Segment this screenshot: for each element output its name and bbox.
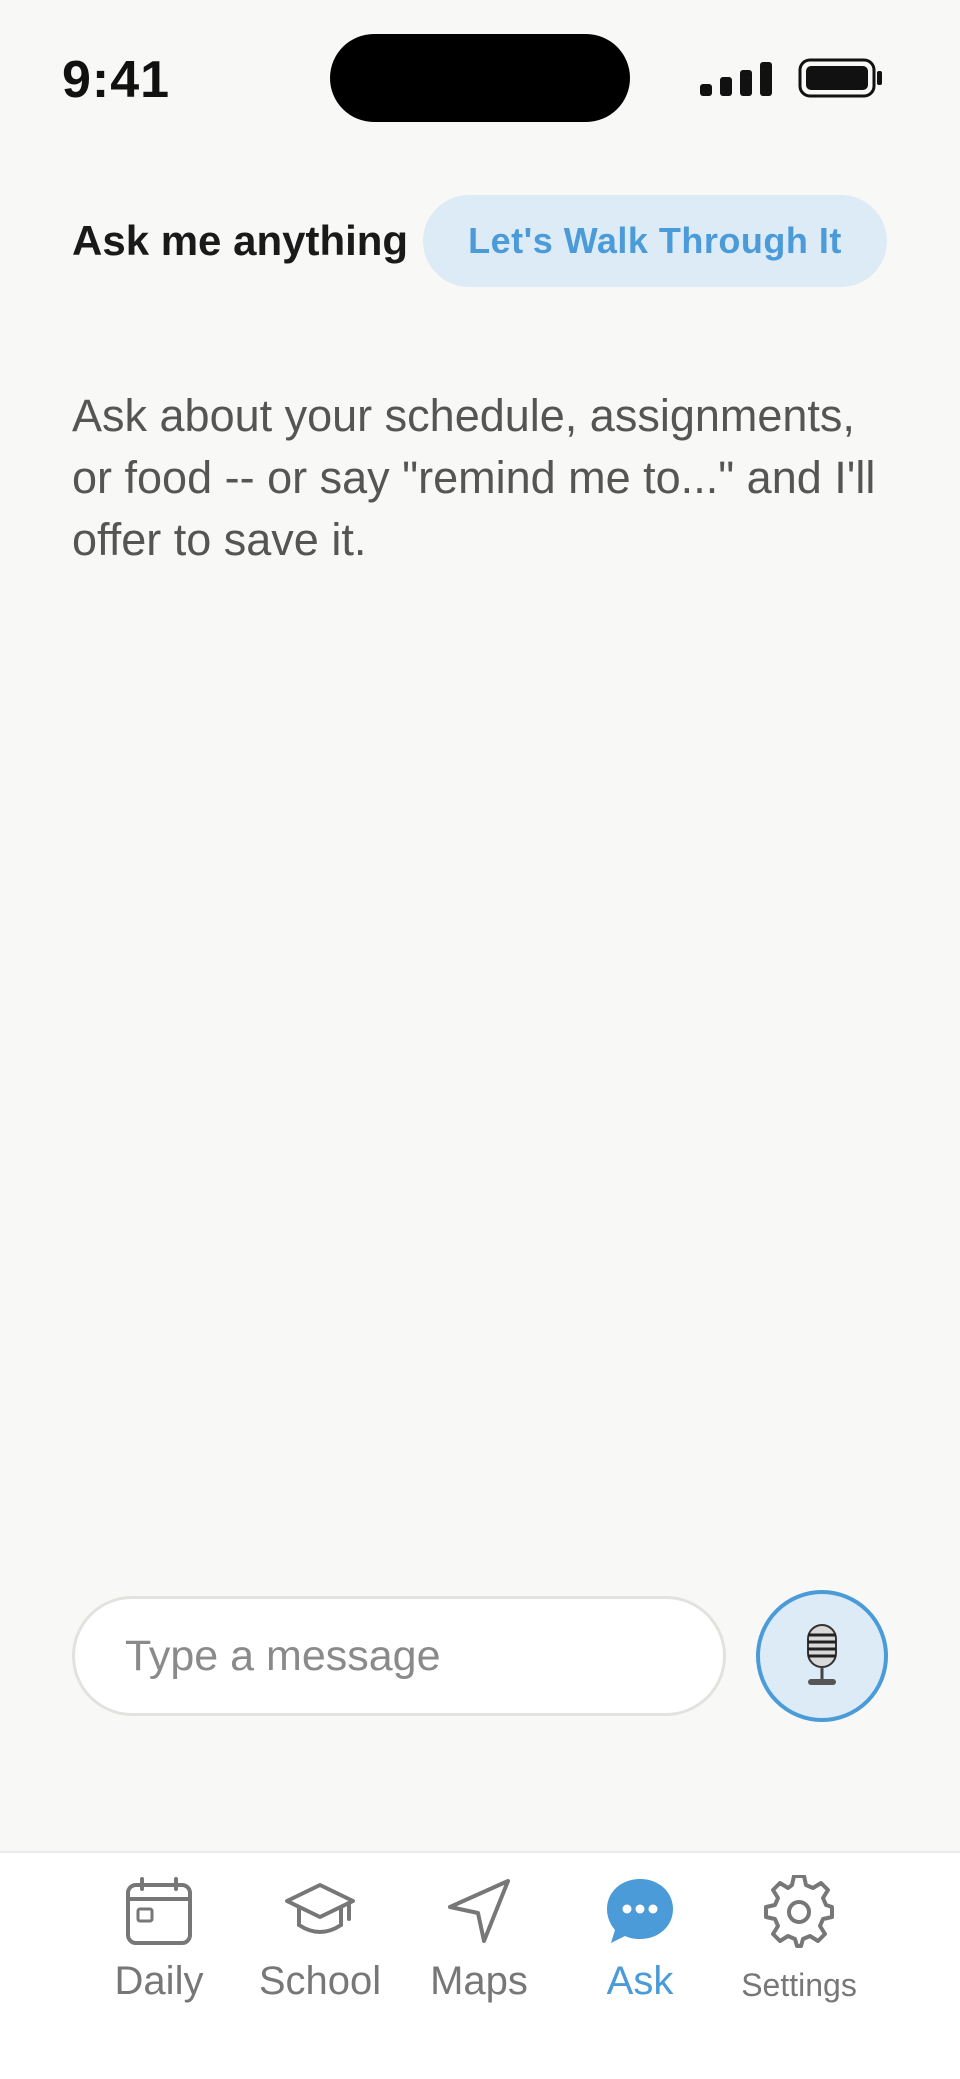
- tab-settings[interactable]: Settings: [724, 1875, 874, 2015]
- tab-label-ask: Ask: [606, 1959, 674, 2003]
- battery-full-icon: [798, 58, 882, 98]
- tab-label-school: School: [258, 1959, 382, 2003]
- tab-daily[interactable]: Daily: [84, 1875, 234, 2015]
- tab-school[interactable]: School: [245, 1875, 395, 2015]
- message-input[interactable]: [72, 1596, 726, 1716]
- tab-label-daily: Daily: [114, 1959, 204, 2003]
- calendar-icon: [126, 1877, 192, 1945]
- dynamic-island: [330, 34, 630, 122]
- tab-label-maps: Maps: [430, 1959, 528, 2003]
- gear-icon: [764, 1875, 834, 1948]
- microphone-button[interactable]: [756, 1590, 888, 1722]
- navigation-arrow-icon: [448, 1879, 510, 1943]
- cellular-signal-icon: [700, 62, 772, 96]
- tab-bar: Daily School Maps Ask Settings: [0, 1851, 960, 2079]
- chat-bubble-icon: [607, 1879, 673, 1943]
- page-title: Ask me anything: [72, 217, 409, 264]
- microphone-icon: [807, 1624, 837, 1685]
- tab-maps[interactable]: Maps: [404, 1875, 554, 2015]
- tab-label-settings: Settings: [741, 1967, 857, 2003]
- walk-through-button[interactable]: Let's Walk Through It: [423, 195, 887, 287]
- status-time: 9:41: [62, 51, 171, 109]
- tab-ask[interactable]: Ask: [565, 1875, 715, 2015]
- intro-text: Ask about your schedule, assignments, or…: [72, 390, 876, 565]
- graduation-cap-icon: [285, 1883, 355, 1934]
- ask-screen: 9:41 Ask me anything Let's Walk Through …: [0, 0, 960, 2079]
